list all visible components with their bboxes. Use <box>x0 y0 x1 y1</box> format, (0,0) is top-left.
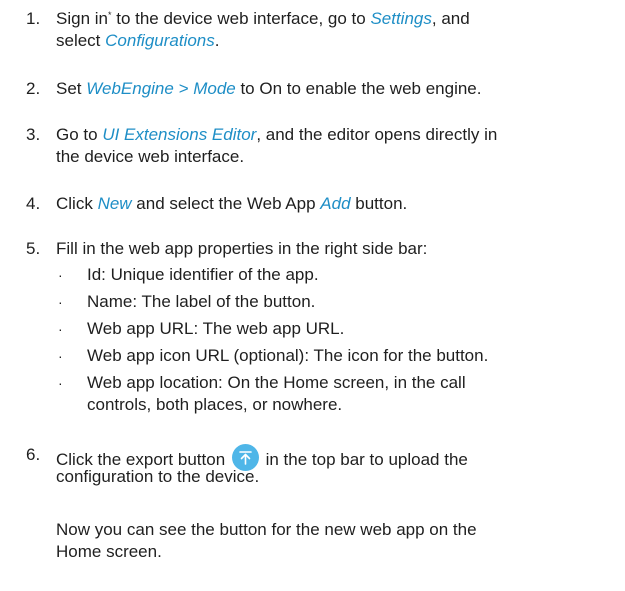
ui-extensions-editor-link[interactable]: UI Extensions Editor <box>102 125 256 144</box>
step-6-text: in the top bar to upload the <box>260 450 468 469</box>
bullet-dot: · <box>58 294 63 310</box>
step-number: 5. <box>26 239 41 258</box>
bullet-text: Web app location: On the Home screen, in… <box>87 373 466 392</box>
bullet-dot: · <box>58 348 63 364</box>
step-number: 4. <box>26 194 41 213</box>
bullet-text: Id: Unique identifier of the app. <box>87 265 319 284</box>
step-4-text: Click <box>56 194 98 213</box>
settings-link[interactable]: Settings <box>370 9 431 28</box>
step-text: Fill in the web app properties in the ri… <box>56 238 618 260</box>
configurations-link[interactable]: Configurations <box>105 31 215 50</box>
step-number: 6. <box>26 445 41 464</box>
step-6-text: configuration to the device. <box>56 467 260 486</box>
bullet-dot: · <box>58 375 63 391</box>
step-3-text: , and the editor opens directly in <box>256 125 498 144</box>
step-4-text: and select the Web App <box>131 194 321 213</box>
step-text: Click New and select the Web App Add but… <box>56 193 618 215</box>
step-2-text: Set <box>56 79 87 98</box>
note-line: Now you can see the button for the new w… <box>56 520 477 539</box>
step-1-text: Sign in <box>56 9 108 28</box>
step-4-text: button. <box>350 194 408 213</box>
note-text: Now you can see the button for the new w… <box>56 519 618 563</box>
bullet-text: controls, both places, or nowhere. <box>87 395 343 414</box>
step-1-text: . <box>214 31 220 50</box>
step-number: 2. <box>26 79 41 98</box>
bullet-dot: · <box>58 267 63 283</box>
step-text: Sign in* to the device web interface, go… <box>56 8 618 52</box>
bullet-text: Web app URL: The web app URL. <box>87 319 345 338</box>
step-1-text: , and <box>431 9 470 28</box>
step-2-text: to <box>235 79 260 98</box>
add-link[interactable]: Add <box>320 194 350 213</box>
setting-value: On <box>259 79 283 98</box>
step-text: Go to UI Extensions Editor, and the edit… <box>56 124 618 168</box>
bullet-text: Web app icon URL (optional): The icon fo… <box>87 346 489 365</box>
step-3-text: the device web interface. <box>56 147 245 166</box>
step-2-text: to enable the web engine. <box>282 79 482 98</box>
step-5-text: Fill in the web app properties in the ri… <box>56 239 428 258</box>
step-text: Click the export button in the top bar t… <box>56 444 618 488</box>
step-number: 3. <box>26 125 41 144</box>
step-3-text: Go to <box>56 125 103 144</box>
step-number: 1. <box>26 9 41 28</box>
step-text: Set WebEngine > Mode to On to enable the… <box>56 78 618 100</box>
note-line: Home screen. <box>56 542 162 561</box>
step-1-text: to the device web interface, go to <box>111 9 371 28</box>
bullet-dot: · <box>58 321 63 337</box>
step-1-text: select <box>56 31 106 50</box>
new-link[interactable]: New <box>98 194 132 213</box>
webengine-mode-link[interactable]: WebEngine > Mode <box>86 79 235 98</box>
bullet-text: Name: The label of the button. <box>87 292 316 311</box>
